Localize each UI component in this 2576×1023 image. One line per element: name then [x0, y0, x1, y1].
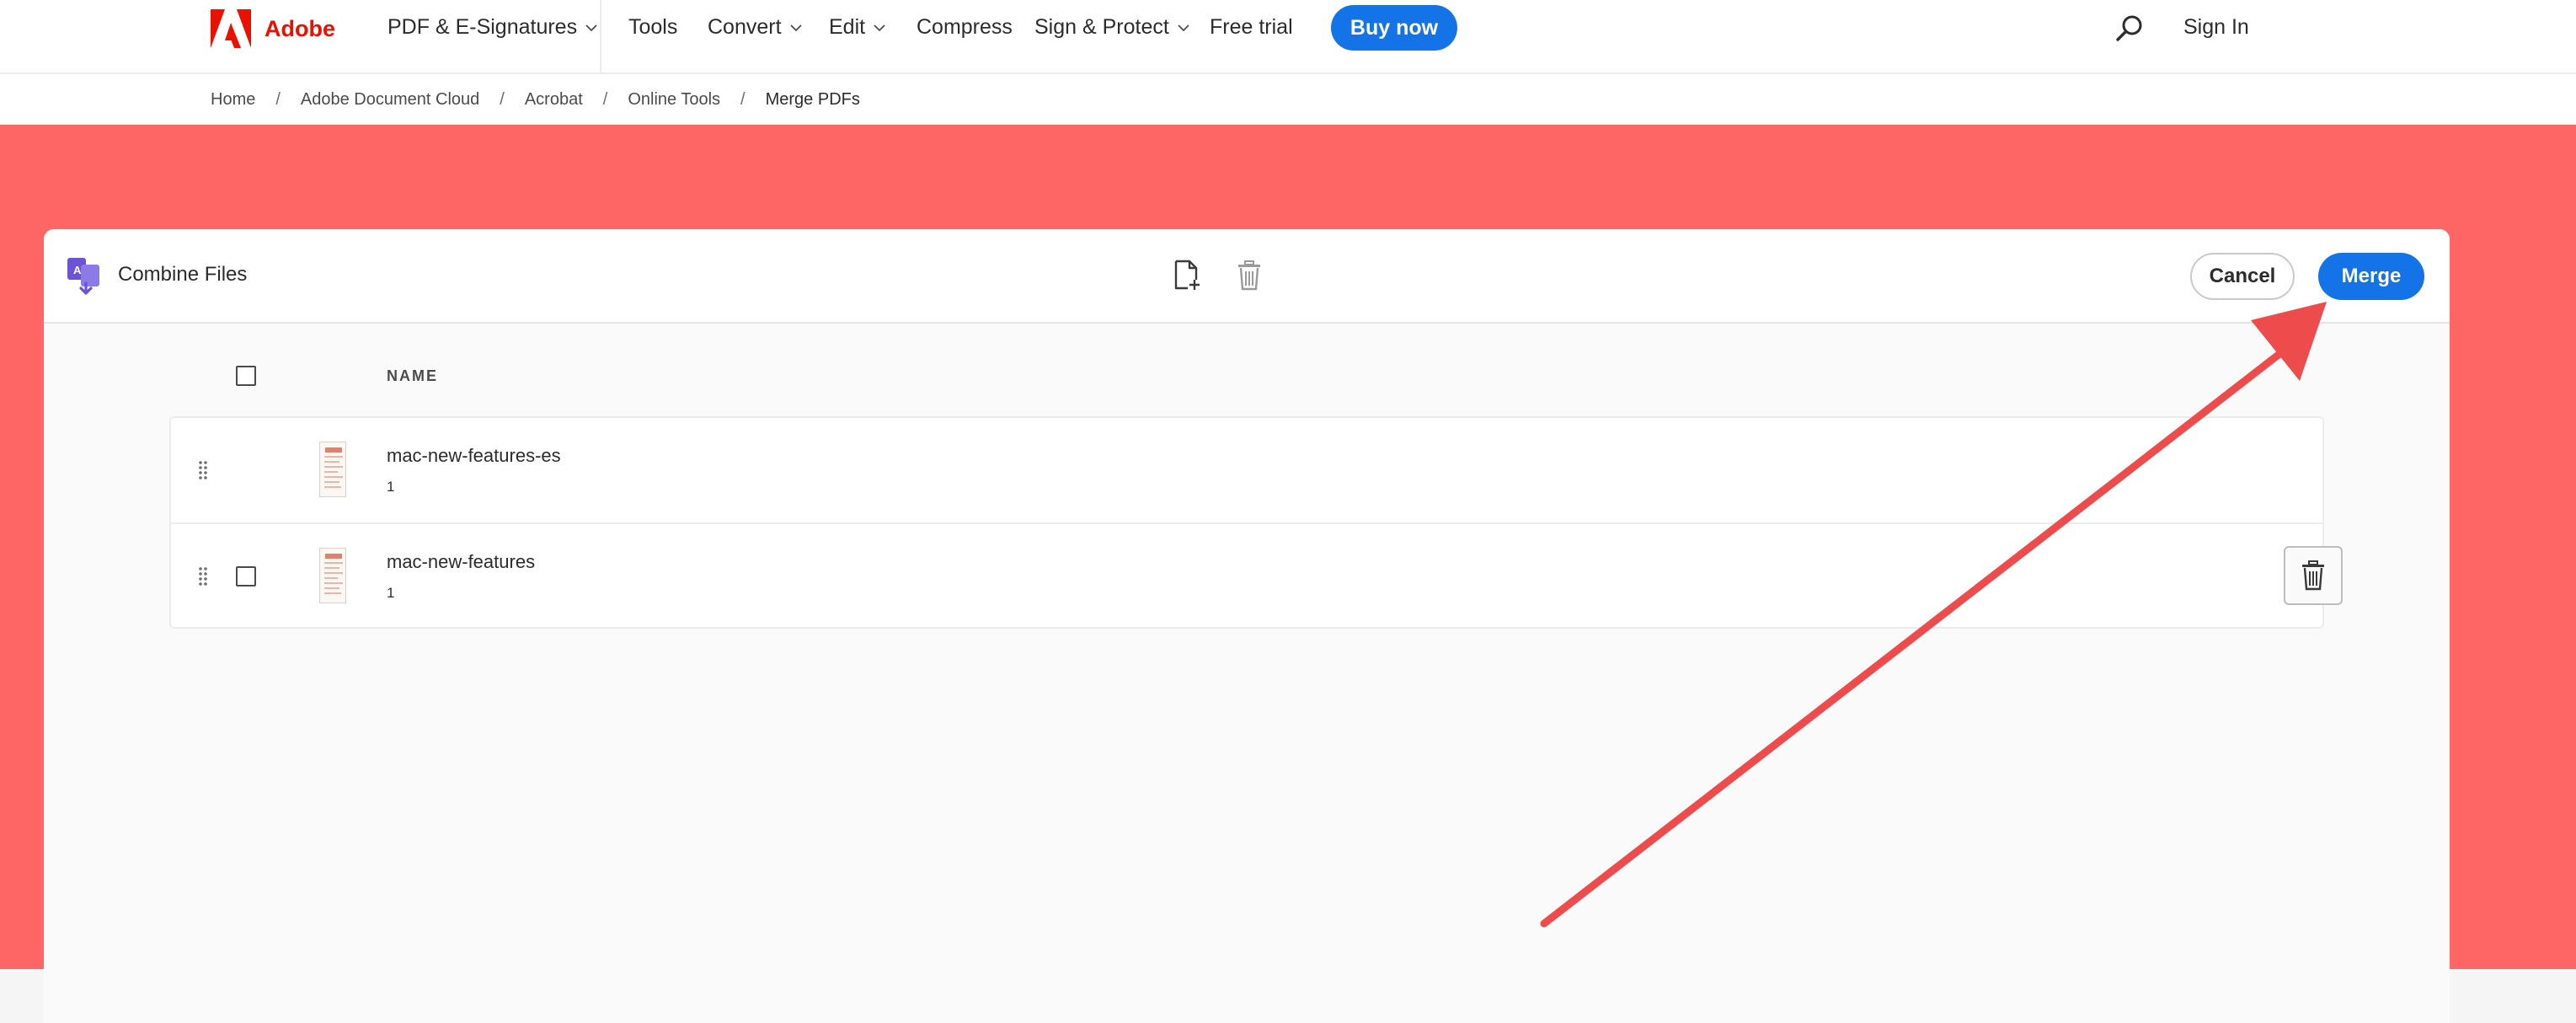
- sign-in-link[interactable]: Sign In: [2183, 15, 2249, 40]
- breadcrumb-merge-pdfs: Merge PDFs: [765, 89, 860, 109]
- combine-files-panel: A Combine Files Cancel Merge NAME mac-ne…: [44, 229, 2450, 1023]
- file-row[interactable]: mac-new-features 1: [171, 524, 2343, 629]
- breadcrumb-separator: /: [275, 89, 281, 109]
- adobe-logo-icon: [211, 9, 251, 48]
- buy-now-button[interactable]: Buy now: [1331, 5, 1457, 51]
- nav-sign-protect[interactable]: Sign & Protect: [1034, 15, 1189, 40]
- chevron-down-icon: [1178, 24, 1189, 32]
- delete-file-button[interactable]: [2284, 546, 2343, 605]
- svg-text:A: A: [73, 264, 82, 276]
- nav-item-label: Free trial: [1210, 15, 1293, 39]
- pdf-page-preview-icon: [324, 554, 343, 594]
- breadcrumb-online-tools[interactable]: Online Tools: [628, 90, 720, 110]
- panel-title: Combine Files: [118, 263, 248, 286]
- search-icon[interactable]: [2114, 13, 2145, 44]
- brand-name: Adobe: [265, 15, 335, 41]
- trash-icon: [2302, 560, 2324, 591]
- breadcrumb-adobe-document-cloud[interactable]: Adobe Document Cloud: [301, 90, 479, 110]
- select-all-checkbox[interactable]: [236, 366, 256, 386]
- nav-item-label: Tools: [628, 15, 678, 39]
- breadcrumb-separator: /: [602, 89, 608, 109]
- nav-divider: [600, 0, 601, 74]
- breadcrumb-home[interactable]: Home: [211, 90, 255, 110]
- chevron-down-icon: [874, 24, 885, 32]
- nav-item-label: Compress: [917, 15, 1013, 39]
- file-page-count: 1: [387, 479, 395, 495]
- add-file-icon[interactable]: [1173, 260, 1201, 292]
- chevron-down-icon: [789, 24, 802, 32]
- pdf-thumbnail: [319, 442, 346, 497]
- nav-item-label: PDF & E-Signatures: [387, 15, 578, 39]
- file-list: mac-new-features-es 1 mac-new-features 1: [169, 416, 2343, 629]
- combine-files-icon: A: [67, 258, 99, 295]
- nav-free-trial[interactable]: Free trial: [1210, 15, 1293, 40]
- top-navigation: Adobe PDF & E-Signatures Tools Convert E…: [0, 0, 2576, 74]
- file-page-count: 1: [387, 585, 395, 601]
- nav-tools[interactable]: Tools: [628, 15, 677, 40]
- cancel-button[interactable]: Cancel: [2190, 253, 2295, 300]
- file-name[interactable]: mac-new-features: [387, 551, 535, 573]
- nav-convert[interactable]: Convert: [708, 15, 802, 40]
- merge-button[interactable]: Merge: [2318, 253, 2424, 300]
- adobe-logo[interactable]: Adobe: [211, 8, 335, 49]
- nav-item-label: Edit: [829, 15, 866, 39]
- drag-handle-icon[interactable]: [198, 460, 208, 480]
- name-column-header: NAME: [387, 367, 438, 384]
- panel-header: A Combine Files Cancel Merge: [44, 229, 2450, 324]
- breadcrumb-separator: /: [500, 89, 505, 109]
- nav-edit[interactable]: Edit: [829, 15, 885, 40]
- chevron-down-icon: [585, 24, 597, 32]
- nav-pdf-e-signatures[interactable]: PDF & E-Signatures: [387, 15, 597, 40]
- file-row-checkbox[interactable]: [236, 566, 256, 586]
- file-row[interactable]: mac-new-features-es 1: [171, 418, 2322, 524]
- file-name[interactable]: mac-new-features-es: [387, 445, 561, 467]
- pdf-page-preview-icon: [324, 447, 343, 488]
- nav-compress[interactable]: Compress: [917, 15, 1013, 40]
- nav-item-label: Sign & Protect: [1034, 15, 1169, 39]
- breadcrumb-acrobat[interactable]: Acrobat: [525, 90, 583, 110]
- pdf-thumbnail: [319, 548, 346, 603]
- trash-icon[interactable]: [1235, 260, 1264, 292]
- nav-item-label: Convert: [708, 15, 782, 39]
- drag-handle-icon[interactable]: [198, 566, 208, 586]
- breadcrumb-separator: /: [740, 89, 746, 109]
- breadcrumb: Home / Adobe Document Cloud / Acrobat / …: [0, 74, 2576, 125]
